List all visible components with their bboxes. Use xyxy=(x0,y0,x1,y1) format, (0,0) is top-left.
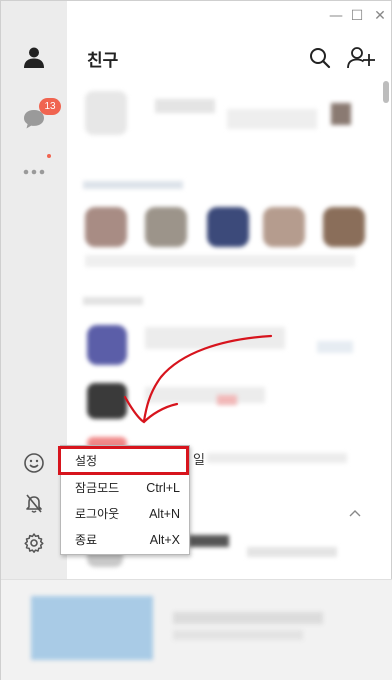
menu-item-label: 잠금모드 xyxy=(75,481,120,495)
menu-item-logout[interactable]: 로그아웃 Alt+N xyxy=(61,501,189,527)
menu-item-exit[interactable]: 종료 Alt+X xyxy=(61,527,189,553)
annotation-highlight-box xyxy=(58,446,189,475)
menu-item-label: 종료 xyxy=(75,533,98,547)
app-window: — ☐ ✕ 13 친구 일 설정 잠금모드 Ctrl+L 로그아웃 Alt+N … xyxy=(0,0,392,680)
menu-item-label: 로그아웃 xyxy=(75,507,120,521)
menu-item-shortcut: Alt+X xyxy=(149,533,180,547)
menu-item-shortcut: Ctrl+L xyxy=(146,481,180,495)
menu-item-shortcut: Alt+N xyxy=(149,507,180,521)
menu-item-lock-mode[interactable]: 잠금모드 Ctrl+L xyxy=(61,475,189,501)
annotation-arrow xyxy=(123,334,273,424)
